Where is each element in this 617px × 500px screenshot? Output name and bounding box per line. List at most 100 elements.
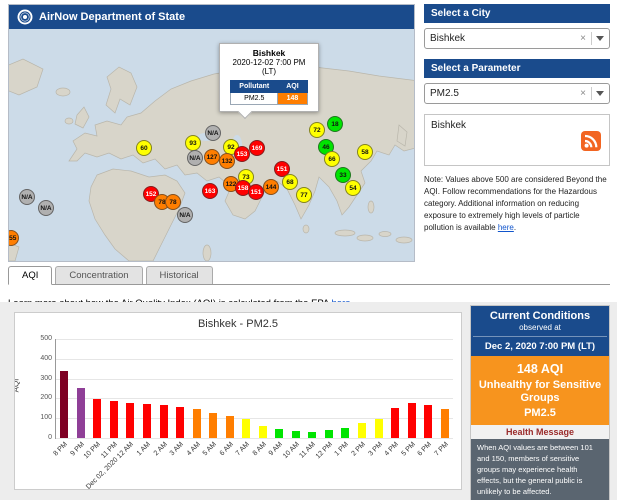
chart-bar[interactable] <box>160 405 168 438</box>
popup-pollutant-value: PM2.5 <box>231 93 278 105</box>
chart-bar[interactable] <box>176 407 184 438</box>
chart-bar[interactable] <box>143 404 151 438</box>
aqi-map-marker[interactable]: 58 <box>357 144 373 160</box>
aqi-map-marker[interactable]: 127 <box>204 149 220 165</box>
aqi-map-marker[interactable]: 66 <box>324 151 340 167</box>
controls-column: Select a City Bishkek × Select a Paramet… <box>424 4 610 234</box>
chart-bar[interactable] <box>424 405 432 438</box>
aqi-map-marker[interactable]: 153 <box>234 146 250 162</box>
select-city-header: Select a City <box>424 4 610 23</box>
note-text: Note: Values above 500 are considered Be… <box>424 174 610 234</box>
aqi-map-marker[interactable]: 72 <box>309 122 325 138</box>
x-tick-label: 6 PM <box>417 441 434 458</box>
chart-bar[interactable] <box>275 429 283 438</box>
current-conditions-title: Current Conditions <box>473 310 607 322</box>
select-parameter-header: Select a Parameter <box>424 59 610 78</box>
chart-bar[interactable] <box>375 419 383 438</box>
parameter-caret-icon[interactable] <box>596 91 604 96</box>
gridline <box>56 398 453 399</box>
current-conditions-header: Current Conditions observed at Dec 2, 20… <box>471 306 609 356</box>
aqi-map-marker[interactable]: 77 <box>296 187 312 203</box>
chart-bar[interactable] <box>408 403 416 438</box>
tab-concentration[interactable]: Concentration <box>55 266 142 284</box>
chart-bar[interactable] <box>325 430 333 438</box>
chart-bar[interactable] <box>308 432 316 438</box>
chart-title: Bishkek - PM2.5 <box>15 318 461 330</box>
aqi-map-marker[interactable]: 132 <box>219 153 235 169</box>
gridline <box>56 438 453 439</box>
popup-local-time: (LT) <box>223 67 315 76</box>
map-markers-layer: 6093N/A92N/A1271321531697312215815116314… <box>9 29 414 261</box>
x-tick-label: 5 PM <box>400 441 417 458</box>
observation-datetime: Dec 2, 2020 7:00 PM (LT) <box>473 336 607 352</box>
city-select[interactable]: Bishkek × <box>424 28 610 49</box>
chart-plot-area: 01002003004005008 PM9 PM10 PM11 PMDec 02… <box>55 339 453 439</box>
world-map[interactable]: 6093N/A92N/A1271321531697312215815116314… <box>9 29 414 261</box>
aqi-map-marker[interactable]: 151 <box>248 184 264 200</box>
x-tick-label: 7 PM <box>433 441 450 458</box>
x-tick-label: 7 AM <box>235 441 251 457</box>
x-tick-label: 12 PM <box>315 441 334 460</box>
aqi-map-marker[interactable]: N/A <box>187 150 203 166</box>
gridline <box>56 339 453 340</box>
aqi-map-marker[interactable]: 144 <box>263 179 279 195</box>
x-tick-label: 8 PM <box>53 441 70 458</box>
chart-bar[interactable] <box>110 401 118 438</box>
health-message-header: Health Message <box>471 425 609 439</box>
chart-bar[interactable] <box>126 403 134 438</box>
map-header: AirNow Department of State <box>9 5 414 29</box>
aqi-map-marker[interactable]: N/A <box>177 207 193 223</box>
x-tick-label: 8 AM <box>251 441 267 457</box>
aqi-map-marker[interactable]: N/A <box>38 200 54 216</box>
parameter-clear-icon[interactable]: × <box>580 88 586 99</box>
x-tick-label: 3 AM <box>169 441 185 457</box>
aqi-map-marker[interactable]: 93 <box>185 135 201 151</box>
aqi-map-marker[interactable]: 18 <box>327 116 343 132</box>
aqi-map-marker[interactable]: 60 <box>136 140 152 156</box>
aqi-map-marker[interactable]: 78 <box>165 194 181 210</box>
chart-bar[interactable] <box>441 409 449 438</box>
aqi-map-marker[interactable]: 68 <box>282 174 298 190</box>
x-tick-label: 1 PM <box>334 441 351 458</box>
x-tick-label: 6 AM <box>218 441 234 457</box>
aqi-map-marker[interactable]: 155 <box>9 230 19 246</box>
chart-bar[interactable] <box>209 413 217 438</box>
x-tick-label: 4 PM <box>384 441 401 458</box>
note-text-after: . <box>514 223 516 232</box>
x-tick-label: 10 AM <box>282 441 301 460</box>
city-caret-icon[interactable] <box>596 36 604 41</box>
parameter-select[interactable]: PM2.5 × <box>424 83 610 104</box>
chart-bar[interactable] <box>341 428 349 438</box>
aqi-map-marker[interactable]: 163 <box>202 183 218 199</box>
parameter-select-value: PM2.5 <box>430 88 580 99</box>
aqi-map-marker[interactable]: N/A <box>19 189 35 205</box>
note-here-link[interactable]: here <box>498 223 514 232</box>
chart-bar[interactable] <box>193 409 201 438</box>
aqi-map-marker[interactable]: 54 <box>345 180 361 196</box>
aqi-map-marker[interactable]: 169 <box>249 140 265 156</box>
chart-bar[interactable] <box>93 399 101 438</box>
chart-bar[interactable] <box>358 423 366 438</box>
x-tick-label: 1 AM <box>136 441 152 457</box>
chart-bar[interactable] <box>391 408 399 438</box>
app-title: AirNow Department of State <box>39 11 185 23</box>
aqi-map-marker[interactable]: N/A <box>205 125 221 141</box>
chart-bar[interactable] <box>77 388 85 438</box>
chart-bar[interactable] <box>60 371 68 438</box>
rss-icon[interactable] <box>581 131 601 154</box>
city-clear-icon[interactable]: × <box>580 33 586 44</box>
y-tick-label: 100 <box>24 414 52 421</box>
y-tick-label: 500 <box>24 335 52 342</box>
x-tick-label: 4 AM <box>185 441 201 457</box>
popup-table: Pollutant AQI PM2.5 148 <box>230 80 307 105</box>
aqi-value: 148 AQI <box>475 362 605 376</box>
tab-historical[interactable]: Historical <box>146 266 213 284</box>
x-tick-label: 2 AM <box>152 441 168 457</box>
dos-seal-icon <box>17 9 33 25</box>
tab-aqi[interactable]: AQI <box>8 266 52 285</box>
chart-bar[interactable] <box>292 431 300 438</box>
chart-bar[interactable] <box>259 426 267 438</box>
chart-bar[interactable] <box>242 419 250 438</box>
y-tick-label: 200 <box>24 394 52 401</box>
chart-bar[interactable] <box>226 416 234 438</box>
